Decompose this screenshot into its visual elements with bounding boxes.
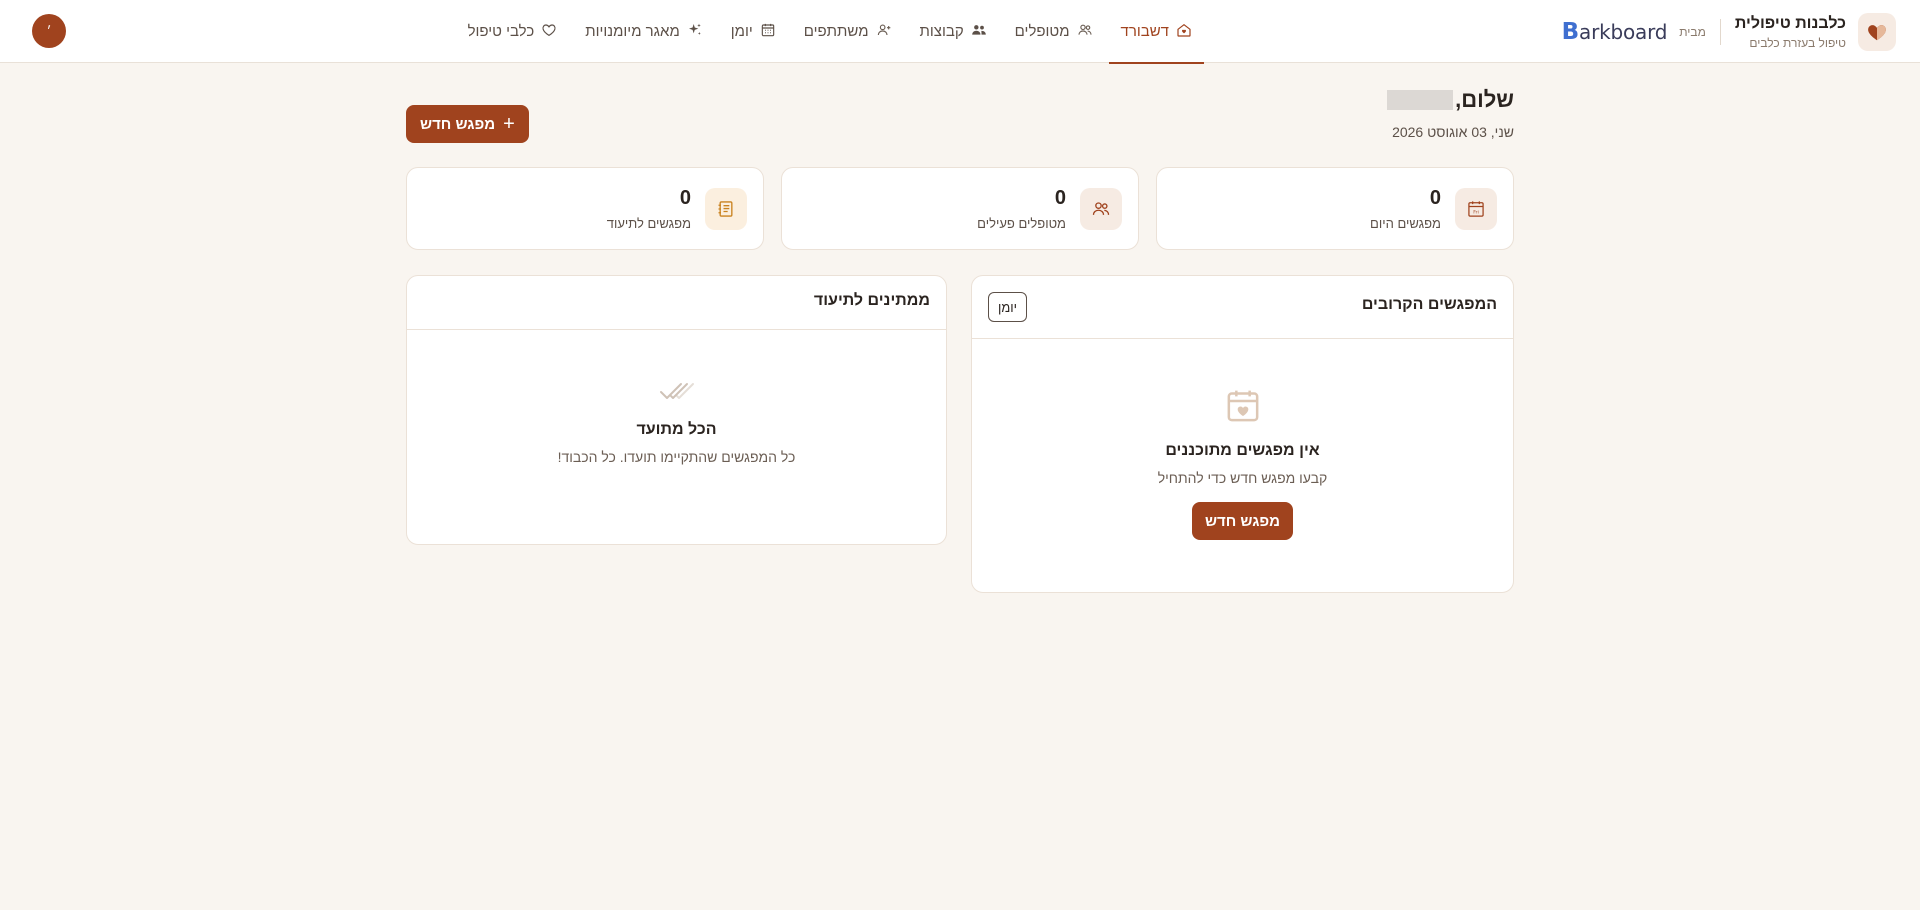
group-icon xyxy=(971,22,987,42)
stat-card-active-patients[interactable]: 0 מטופלים פעילים xyxy=(781,167,1139,250)
stat-value: 0 xyxy=(1054,187,1066,209)
top-navigation-bar: כלבנות טיפולית טיפול בעזרת כלבים מבית Ba… xyxy=(0,0,1920,64)
nav-item-participants[interactable]: משתתפים xyxy=(792,0,904,63)
brand-tagline: טיפול בעזרת כלבים xyxy=(1749,35,1846,50)
pending-documentation-panel: ממתינים לתיעוד הכל מתועד כל המפגשים שהתק… xyxy=(406,275,947,545)
nav-label: דשבורד xyxy=(1120,23,1169,40)
heart-icon xyxy=(541,22,557,42)
pending-empty-state: הכל מתועד כל המפגשים שהתקיימו תועדו. כל … xyxy=(407,380,946,465)
brand-heart-icon xyxy=(1858,13,1896,51)
panels-row: המפגשים הקרובים יומן אין מפגשים מתוכננים… xyxy=(406,275,1514,595)
upcoming-empty-subtitle: קבעו מפגש חדש כדי להתחיל xyxy=(1157,470,1328,486)
user-avatar[interactable]: ׳ xyxy=(32,14,66,48)
users-icon xyxy=(1080,188,1122,230)
stat-label: מטופלים פעילים xyxy=(977,216,1066,231)
greeting-section: שלום, שני, 03 אוגוסט 2026 + מפגש חדש xyxy=(406,63,1514,167)
barkboard-logo: Barkboard xyxy=(1562,19,1668,45)
stat-card-to-document[interactable]: 0 מפגשים לתיעוד xyxy=(406,167,764,250)
brand-name: כלבנות טיפולית xyxy=(1734,14,1846,32)
upcoming-empty-state: אין מפגשים מתוכננים קבעו מפגש חדש כדי לה… xyxy=(972,386,1513,540)
nav-label: מאגר מיומנויות xyxy=(585,23,680,40)
nav-label: כלבי טיפול xyxy=(467,23,535,40)
nav-item-therapy-dogs[interactable]: כלבי טיפול xyxy=(456,0,570,63)
nav-item-dashboard[interactable]: דשבורד xyxy=(1108,0,1205,64)
brand-divider xyxy=(1719,19,1721,45)
plus-icon: + xyxy=(503,113,515,135)
main-nav: דשבורד מטופלים קבוצות משתתפים יומן מאגר … xyxy=(452,0,1205,64)
pending-empty-subtitle: כל המפגשים שהתקיימו תועדו. כל הכבוד! xyxy=(557,449,796,465)
upcoming-sessions-panel: המפגשים הקרובים יומן אין מפגשים מתוכננים… xyxy=(971,275,1514,593)
calendar-button[interactable]: יומן xyxy=(988,292,1028,322)
nav-item-patients[interactable]: מטופלים xyxy=(1003,0,1105,63)
stat-value: 0 xyxy=(1429,187,1441,209)
svg-text:Fri: Fri xyxy=(1473,209,1479,215)
brand-text: כלבנות טיפולית טיפול בעזרת כלבים xyxy=(1735,14,1846,51)
greeting-prefix: שלום, xyxy=(1455,87,1514,112)
home-heart-icon xyxy=(1176,22,1192,42)
avatar-initial: ׳ xyxy=(46,24,52,38)
nav-label: קבוצות xyxy=(919,23,964,40)
nav-item-calendar[interactable]: יומן xyxy=(719,0,788,63)
stat-card-today-sessions[interactable]: Fri 0 מפגשים היום xyxy=(1156,167,1514,250)
nav-label: מטופלים xyxy=(1014,23,1070,40)
current-date: שני, 03 אוגוסט 2026 xyxy=(1392,124,1514,140)
nav-label: יומן xyxy=(730,23,753,40)
new-session-label: מפגש חדש xyxy=(420,115,496,133)
nav-item-groups[interactable]: קבוצות xyxy=(908,0,999,63)
pending-empty-title: הכל מתועד xyxy=(636,421,717,438)
barkboard-logo-text: arkboard xyxy=(1579,20,1668,44)
pending-panel-header: ממתינים לתיעוד xyxy=(407,276,946,330)
notebook-icon xyxy=(705,188,747,230)
sparkles-icon xyxy=(687,22,703,42)
calendar-today-icon: Fri xyxy=(1455,188,1497,230)
stat-label: מפגשים לתיעוד xyxy=(606,216,691,231)
redacted-username xyxy=(1387,90,1454,110)
calendar-grid-icon xyxy=(760,22,776,42)
double-check-icon xyxy=(407,380,946,404)
upcoming-panel-title: המפגשים הקרובים xyxy=(1361,296,1497,313)
dashboard-main: שלום, שני, 03 אוגוסט 2026 + מפגש חדש Fri… xyxy=(406,63,1514,595)
partner-prefix: מבית xyxy=(1679,25,1706,39)
user-plus-icon xyxy=(876,22,892,42)
pending-panel-title: ממתינים לתיעוד xyxy=(813,292,930,309)
brand[interactable]: כלבנות טיפולית טיפול בעזרת כלבים מבית Ba… xyxy=(1562,12,1896,52)
upcoming-panel-header: המפגשים הקרובים יומן xyxy=(972,276,1513,339)
stat-label: מפגשים היום xyxy=(1370,216,1441,231)
greeting-title: שלום, xyxy=(1387,87,1514,113)
empty-new-session-button[interactable]: מפגש חדש xyxy=(1191,502,1294,540)
stats-row: Fri 0 מפגשים היום 0 מטופלים פעילים 0 מפג… xyxy=(406,167,1514,250)
users-icon xyxy=(1077,22,1093,42)
calendar-heart-icon xyxy=(972,386,1513,428)
nav-item-skills[interactable]: מאגר מיומנויות xyxy=(573,0,715,63)
new-session-button[interactable]: + מפגש חדש xyxy=(406,105,529,143)
barkboard-logo-letter: B xyxy=(1561,19,1580,45)
stat-value: 0 xyxy=(679,187,691,209)
nav-label: משתתפים xyxy=(803,23,869,40)
upcoming-empty-title: אין מפגשים מתוכננים xyxy=(1165,442,1320,459)
